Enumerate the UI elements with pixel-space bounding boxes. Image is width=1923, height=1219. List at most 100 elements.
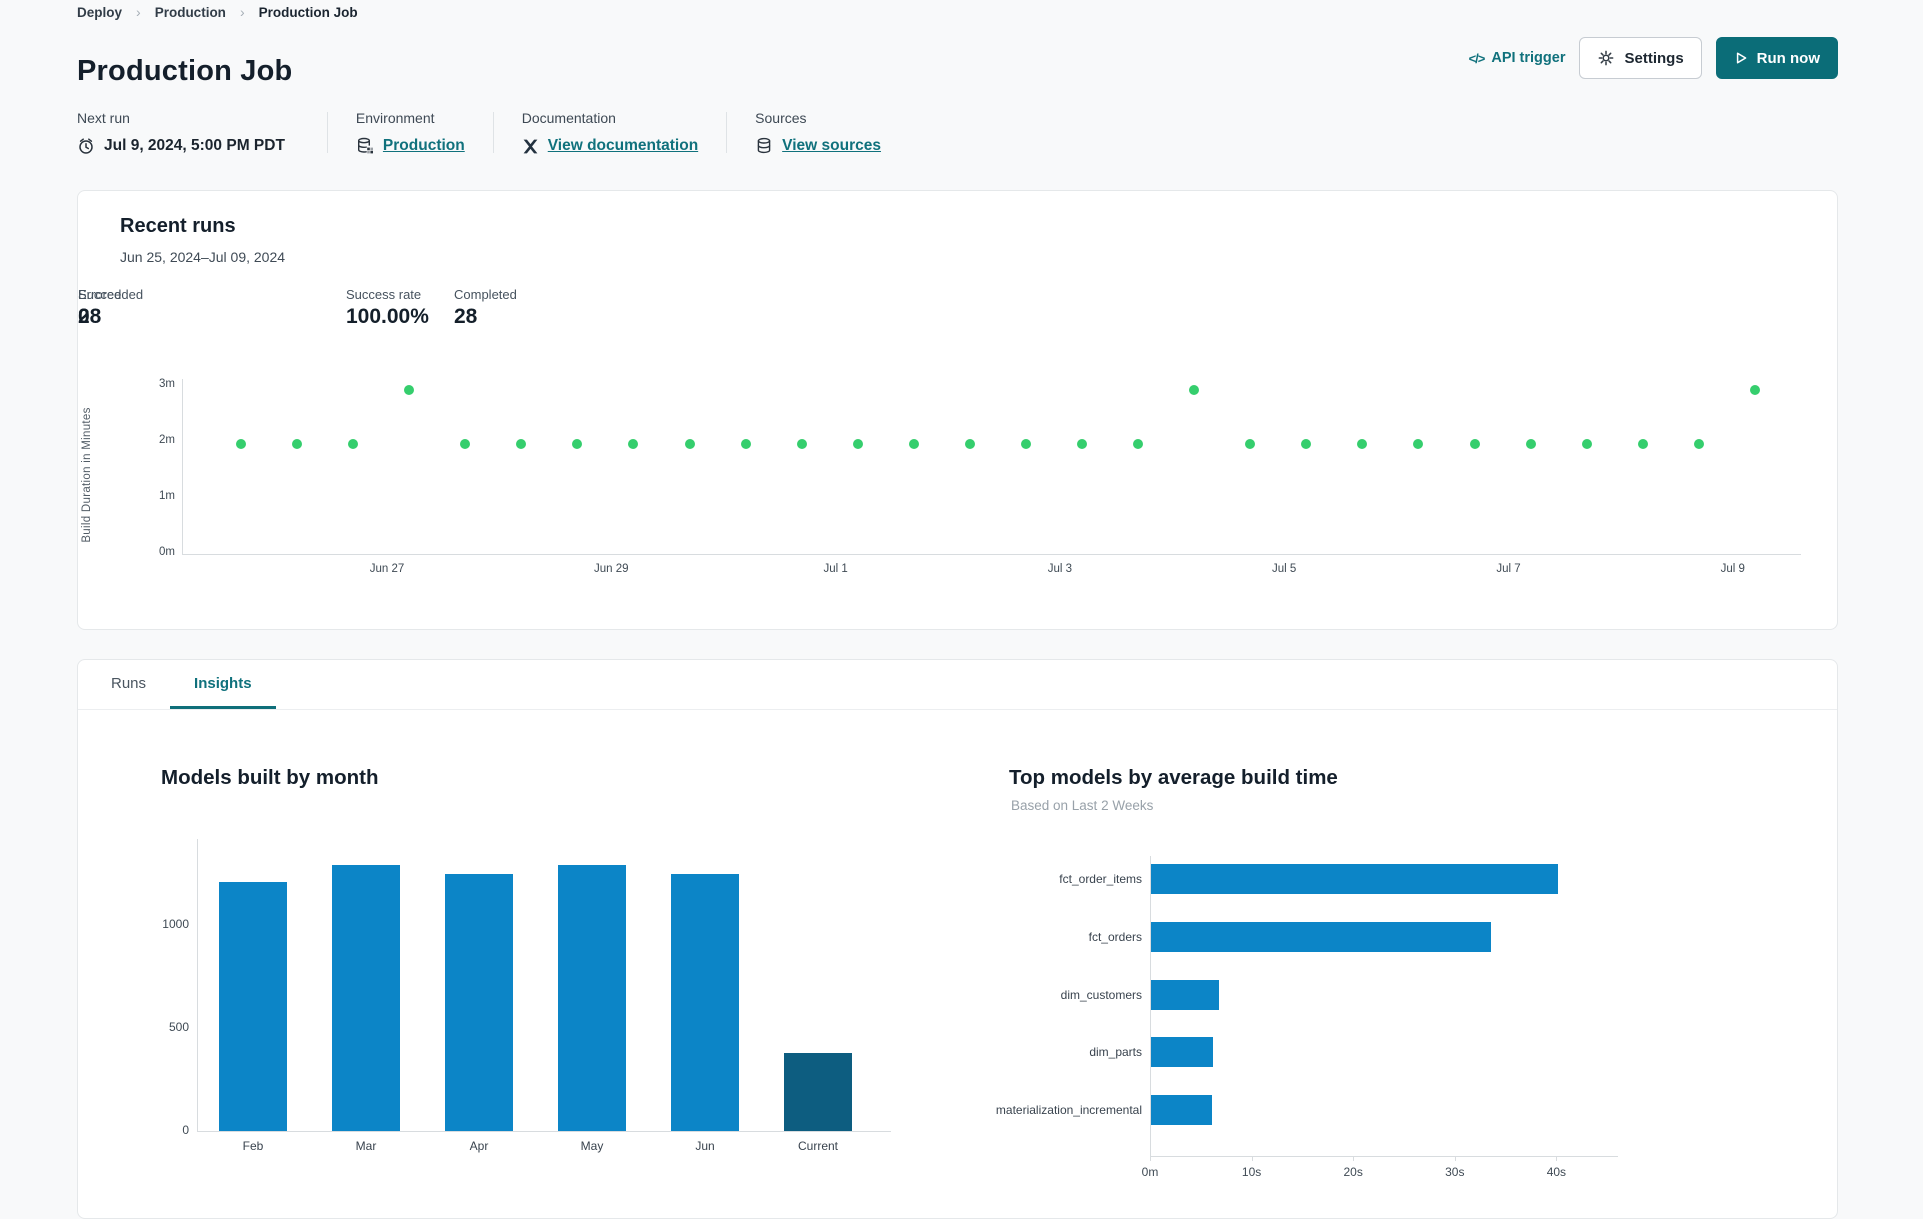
x-axis-tick-label: Jun 27 [369,563,405,575]
x-axis-tick-label: 20s [1343,1165,1363,1179]
scatter-point [1020,438,1031,449]
settings-label: Settings [1624,49,1684,67]
breadcrumb-production[interactable]: Production [155,5,226,20]
scatter-point [236,438,246,449]
api-trigger-label: API trigger [1491,50,1566,66]
clock-icon [77,137,95,155]
x-axis-tick-label: Jul 5 [1272,563,1297,575]
x-axis-tick-label: Jul 7 [1496,563,1521,575]
x-axis-tick-label: Jul 9 [1720,563,1745,575]
scatter-point [572,438,583,449]
row-label: fct_order_items [1059,872,1142,886]
row-label: dim_customers [1060,987,1142,1002]
meta-documentation: Documentation View documentation [494,110,726,155]
environment-link[interactable]: Production [383,137,465,155]
x-axis-tick-label: 30s [1445,1165,1465,1179]
x-axis-tick-mark [1556,1156,1558,1161]
view-documentation-link[interactable]: View documentation [548,137,698,155]
build-duration-chart: Build Duration in Minutes 0m 1m 2m 3m Jun 27… [78,191,1837,629]
meta-environment: Environment Production [328,110,493,155]
scatter-point [1133,438,1144,449]
row-label: materialization_incremental [995,1103,1142,1118]
breadcrumb-separator-icon: › [239,4,245,20]
scatter-point [796,438,807,449]
bar [1151,921,1492,952]
y-axis-tick-label: 0m [159,546,175,558]
bar [1151,979,1220,1010]
view-sources-link[interactable]: View sources [782,137,881,155]
next-run-value: Jul 9, 2024, 5:00 PM PDT [104,137,285,154]
y-axis-tick-label: 1m [159,490,175,502]
scatter-point [1749,384,1760,395]
page: Deploy › Production › Production Job Pro… [0,0,1923,1219]
scatter-point [404,384,415,395]
settings-button[interactable]: Settings [1579,37,1702,79]
scatter-point [460,438,471,449]
meta-sources: Sources View sources [727,110,909,155]
code-icon: </> [1468,50,1486,66]
environment-label: Environment [355,110,435,126]
x-axis-line [182,554,1801,555]
database-gear-icon [356,137,374,155]
run-now-label: Run now [1756,49,1820,67]
scatter-point [628,438,639,449]
scatter-point [1357,438,1368,449]
x-axis-tick-mark [1150,1156,1151,1161]
scatter-point [684,438,695,449]
scatter-point [964,438,975,449]
scatter-point [1301,438,1312,449]
scatter-point [1693,438,1704,449]
meta-next-run: Next run Jul 9, 2024, 5:00 PM PDT [77,110,327,155]
breadcrumb-current: Production Job [258,4,358,20]
scatter-point [348,438,359,449]
scatter-point [1245,438,1256,449]
top-models-chart: fct_order_items fct_orders dim_customersdi… [78,660,1837,1218]
bar [1151,1037,1213,1068]
scatter-point [516,438,527,449]
row-label: fct_orders [1088,929,1142,944]
breadcrumb-separator-icon: › [136,4,141,20]
insights-card: Runs Insights Models built by month Top … [77,659,1838,1219]
sources-label: Sources [755,110,807,126]
scatter-point [1077,438,1088,449]
x-axis-tick-mark [1251,1156,1253,1161]
play-icon [1734,51,1748,65]
x-axis-tick-label: 0m [1141,1165,1159,1179]
page-title: Production Job [77,55,293,88]
scatter-point [1581,438,1592,449]
api-trigger-link[interactable]: </> API trigger [1469,50,1566,66]
x-axis-tick-mark [1353,1156,1355,1161]
header-actions: </> API trigger Settings Run now [1469,36,1838,80]
scatter-point [1469,438,1480,449]
scatter-point [1637,438,1648,449]
documentation-label: Documentation [521,110,616,126]
gear-icon [1597,49,1615,67]
scatter-point [740,438,751,449]
run-now-button[interactable]: Run now [1715,37,1838,79]
x-axis-tick-label: Jul 1 [823,563,848,575]
scatter-point [1525,438,1536,449]
breadcrumb: Deploy › Production › Production Job [77,4,358,20]
scatter-point [1189,384,1200,395]
y-axis-title: Build Duration in Minutes [81,407,93,543]
scatter-point [852,438,863,449]
x-axis-tick-label: 40s [1546,1165,1567,1179]
x-axis-tick-mark [1454,1156,1456,1161]
scatter-point [1413,438,1424,449]
dbt-docs-icon [522,138,539,155]
bar [1151,864,1559,894]
scatter-point [908,438,919,449]
breadcrumb-deploy[interactable]: Deploy [77,5,122,20]
row-label: dim_parts [1089,1045,1142,1060]
x-axis-line [1150,1156,1618,1157]
bar [1151,1095,1212,1126]
database-icon [755,137,773,155]
recent-runs-card: Recent runs Jun 25, 2024–Jul 09, 2024 Su… [77,190,1838,630]
x-axis-tick-label: Jun 29 [594,563,629,575]
y-axis-line [182,379,183,554]
job-meta-row: Next run Jul 9, 2024, 5:00 PM PDT Enviro… [77,110,909,155]
y-axis-tick-label: 3m [159,378,175,390]
scatter-point [292,438,303,449]
y-axis-tick-label: 2m [159,434,175,446]
x-axis-tick-label: Jul 3 [1047,563,1073,575]
